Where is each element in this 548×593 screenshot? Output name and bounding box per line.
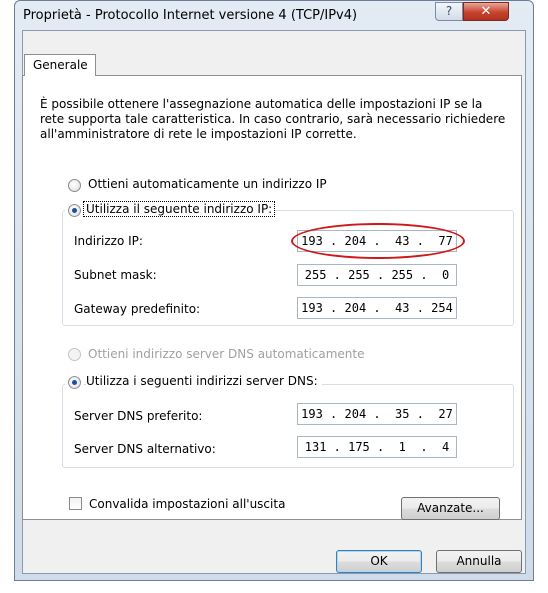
validate-checkbox[interactable] — [69, 497, 82, 510]
radio-manual-ip[interactable] — [65, 201, 84, 220]
radio-manual-ip-label-wrap[interactable]: Utilizza il seguente indirizzo IP: — [82, 201, 276, 217]
close-button[interactable]: ✕ — [463, 2, 509, 21]
description-text: È possibile ottenere l'assegnazione auto… — [40, 97, 506, 141]
radio-manual-ip-label: Utilizza il seguente indirizzo IP: — [82, 201, 276, 217]
advanced-button[interactable]: Avanzate... — [401, 497, 500, 520]
radio-auto-dns-label[interactable]: Ottieni indirizzo server DNS automaticam… — [88, 347, 365, 361]
preferred-dns-label: Server DNS preferito: — [74, 409, 203, 423]
subnet-mask-field[interactable]: 255 . 255 . 255 . 0 — [297, 264, 457, 286]
radio-auto-ip[interactable] — [68, 179, 81, 192]
tab-generale[interactable]: Generale — [24, 54, 96, 76]
help-icon: ? — [445, 4, 453, 18]
radio-manual-dns[interactable] — [65, 373, 84, 392]
subnet-mask-label: Subnet mask: — [74, 268, 157, 282]
radio-manual-dns-label[interactable]: Utilizza i seguenti indirizzi server DNS… — [86, 374, 322, 388]
alternate-dns-label: Server DNS alternativo: — [74, 442, 216, 456]
radio-auto-ip-label[interactable]: Ottieni automaticamente un indirizzo IP — [88, 177, 327, 191]
close-icon: ✕ — [480, 4, 492, 19]
radio-auto-dns[interactable] — [68, 348, 81, 361]
ip-address-label: Indirizzo IP: — [74, 234, 143, 248]
window-title: Proprietà - Protocollo Internet versione… — [23, 8, 358, 23]
title-bar[interactable]: Proprietà - Protocollo Internet versione… — [15, 1, 533, 31]
tab-label: Generale — [33, 58, 88, 72]
help-button[interactable]: ? — [435, 2, 463, 21]
preferred-dns-field[interactable]: 193 . 204 . 35 . 27 — [297, 403, 457, 425]
ok-button[interactable]: OK — [336, 550, 422, 573]
gateway-field[interactable]: 193 . 204 . 43 . 254 — [297, 297, 457, 319]
alternate-dns-field[interactable]: 131 . 175 . 1 . 4 — [297, 436, 457, 458]
validate-checkbox-label[interactable]: Convalida impostazioni all'uscita — [89, 497, 285, 511]
gateway-label: Gateway predefinito: — [74, 302, 201, 316]
cancel-button[interactable]: Annulla — [436, 550, 522, 573]
ip-address-field[interactable]: 193 . 204 . 43 . 77 — [297, 230, 457, 252]
